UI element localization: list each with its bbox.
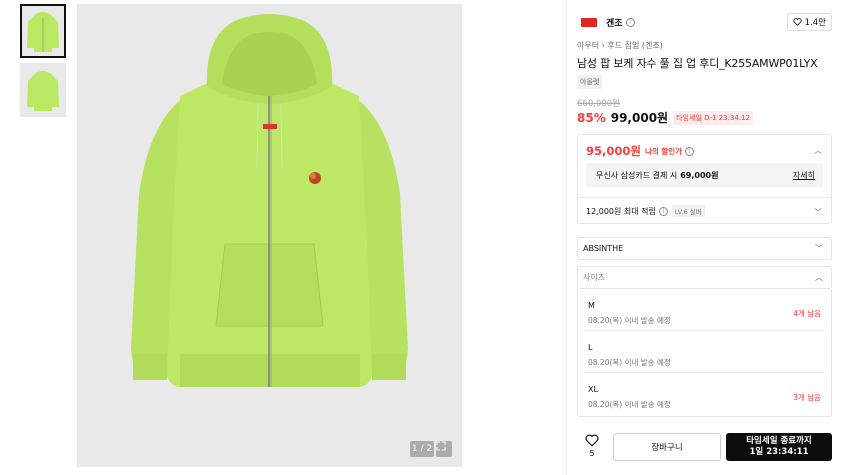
info-icon[interactable]: i (685, 146, 695, 156)
size-option-l[interactable]: L 08.20(목) 이내 발송 예정 (578, 331, 831, 373)
chevron-up-icon[interactable]: ︿ (814, 145, 822, 156)
card-benefit-text: 무신사 삼성카드 결제 시 (596, 170, 678, 180)
card-divider (578, 197, 831, 198)
color-select[interactable]: ABSINTHE ﹀ (577, 237, 832, 260)
thumbnail-2[interactable] (20, 63, 66, 117)
brand-like-button[interactable]: 1.4만 (786, 13, 832, 31)
points-row[interactable]: 12,000원 최대 적립 i LV.6 실버 (586, 205, 705, 217)
favorite-button[interactable]: 5 (582, 434, 602, 458)
buy-button[interactable]: 타임세일 종료까지 1일 23:34:11 (726, 433, 832, 461)
size-option-m[interactable]: M 08.20(목) 이내 발송 예정 4개 남음 (578, 289, 831, 331)
add-to-cart-button[interactable]: 장바구니 (613, 433, 721, 461)
size-option-name: M (588, 301, 595, 310)
card-benefit-box: 무신사 삼성카드 결제 시 69,000원 자세히 (586, 163, 823, 187)
sale-price: 99,000원 (610, 111, 669, 125)
buy-button-line1: 타임세일 종료까지 (746, 436, 812, 447)
brand-name[interactable]: 겐조 (606, 16, 623, 29)
sale-row: 85% 99,000원 타임세일 D-1 23:34:12 (577, 109, 754, 126)
brand-logo[interactable] (581, 17, 597, 27)
brand-like-count: 1.4만 (804, 18, 826, 28)
brand-row: 겐조 i 1.4만 (577, 12, 832, 32)
favorite-count: 5 (589, 449, 595, 458)
chevron-down-icon[interactable]: ﹀ (814, 207, 822, 218)
size-option-list: M 08.20(목) 이내 발송 예정 4개 남음 L 08.20(목) 이내 … (577, 289, 832, 417)
thumbnail-hoodie-image (27, 12, 59, 52)
my-discount-row[interactable]: 95,000원 나의 할인가 i (586, 143, 695, 159)
size-option-name: XL (588, 385, 598, 394)
chevron-up-icon: ︿ (815, 273, 823, 282)
info-icon[interactable]: i (658, 206, 668, 216)
breadcrumb[interactable]: 아우터 › 후드 집업 (겐조) (577, 40, 663, 51)
size-option-xl[interactable]: XL 08.20(목) 이내 발송 예정 3개 남음 (578, 373, 831, 415)
timesale-badge: 타임세일 D-1 23:34:12 (673, 110, 754, 125)
level-badge: LV.6 실버 (671, 205, 705, 217)
thumbnail-1[interactable] (20, 4, 66, 58)
size-option-ship: 08.20(목) 이내 발송 예정 (588, 316, 671, 325)
color-select-value: ABSINTHE (583, 244, 624, 253)
column-divider (566, 0, 567, 475)
card-benefit-price: 69,000원 (680, 170, 719, 180)
product-title: 남성 팝 보케 자수 풀 집 업 후디_K255AMWP01LYX (577, 57, 818, 70)
size-select-placeholder: 사이즈 (583, 273, 606, 282)
detail-link[interactable]: 자세히 (793, 170, 815, 181)
my-discount-price: 95,000원 (586, 144, 641, 158)
heart-icon (585, 434, 599, 447)
product-main-image[interactable]: 1 / 2 (77, 4, 462, 467)
my-discount-label: 나의 할인가 (644, 146, 683, 156)
thumbnail-hoodie-back-image (27, 71, 59, 111)
discount-rate: 85% (577, 110, 606, 125)
discount-card: 95,000원 나의 할인가 i ︿ 무신사 삼성카드 결제 시 69,000원… (577, 134, 832, 224)
buy-button-countdown: 1일 23:34:11 (749, 447, 809, 457)
chevron-down-icon: ﹀ (815, 244, 823, 253)
size-option-stock: 4개 남음 (793, 309, 821, 318)
image-pager: 1 / 2 (410, 441, 434, 457)
size-option-ship: 08.20(목) 이내 발송 예정 (588, 358, 671, 367)
size-select[interactable]: 사이즈 ︿ (577, 266, 832, 289)
size-option-ship: 08.20(목) 이내 발송 예정 (588, 400, 671, 409)
points-text: 12,000원 최대 적립 (586, 206, 656, 216)
info-icon[interactable]: i (625, 17, 635, 27)
expand-icon[interactable] (436, 441, 452, 457)
hoodie-illustration (131, 14, 408, 387)
heart-icon (793, 18, 802, 26)
original-price: 660,000원 (577, 99, 620, 109)
outlet-tag: 아울렛 (577, 75, 603, 89)
size-option-stock: 3개 남음 (793, 393, 821, 402)
size-option-name: L (588, 343, 593, 352)
